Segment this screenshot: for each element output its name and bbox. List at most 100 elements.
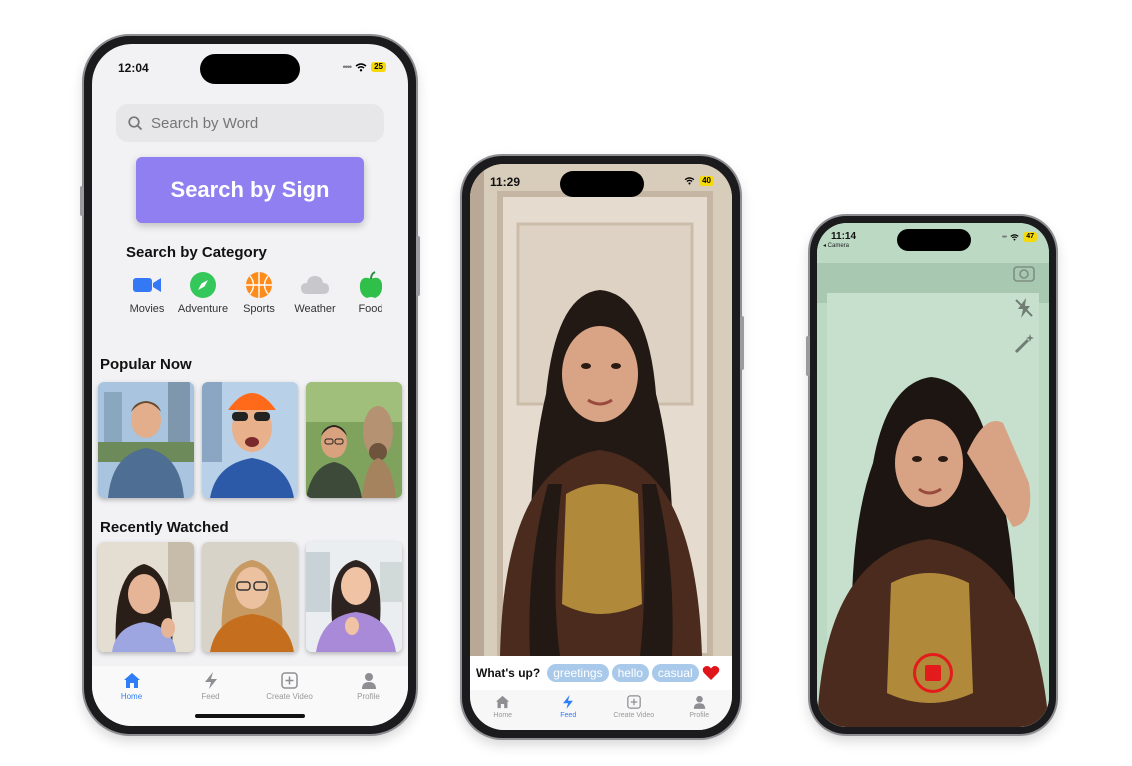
wifi-icon [1010, 233, 1019, 240]
side-button [740, 316, 744, 370]
category-title: Search by Category [126, 244, 267, 261]
tab-bar: Home Feed Create Video Profile [470, 690, 732, 730]
recently-watched-title: Recently Watched [100, 519, 229, 536]
category-label: Adventure [177, 303, 229, 315]
wifi-icon [684, 177, 695, 185]
apple-icon [359, 271, 382, 298]
bolt-icon [563, 695, 574, 709]
category-adventure[interactable]: Adventure [178, 270, 228, 320]
status-icons: •••• 25 [342, 62, 386, 72]
caption-question: What's up? [476, 666, 541, 680]
house-icon [123, 673, 140, 688]
side-button [416, 236, 420, 296]
magic-wand-icon[interactable] [1013, 333, 1035, 355]
tab-label: Home [120, 692, 143, 701]
video-thumbnail[interactable] [98, 542, 194, 652]
caption-row: What's up? greetings hello casual [470, 656, 732, 690]
house-icon [496, 695, 510, 709]
compass-icon [190, 272, 216, 298]
search-input[interactable] [151, 114, 371, 132]
tab-label: Profile [689, 712, 710, 719]
wifi-icon [355, 62, 367, 71]
camera-screen: 11:14 ◂ Camera ••• 47 [817, 223, 1049, 727]
video-thumbnail[interactable] [202, 382, 298, 498]
tab-feed[interactable]: Feed [543, 695, 593, 730]
search-icon [128, 115, 143, 130]
category-label: Sports [243, 303, 275, 315]
battery-icon: 40 [699, 176, 714, 186]
stop-icon [925, 665, 941, 681]
tab-label: Create Video [613, 712, 655, 719]
category-label: Food [358, 303, 382, 315]
dynamic-island [897, 229, 971, 251]
category-movies[interactable]: Movies [126, 270, 168, 320]
video-thumbnail-image [98, 382, 194, 498]
video-thumbnail-image [202, 382, 298, 498]
tab-label: Profile [357, 692, 380, 701]
video-thumbnail[interactable] [98, 382, 194, 498]
phone-camera-screen: 11:14 ◂ Camera ••• 47 [806, 216, 1056, 734]
status-time: 11:14 [831, 231, 857, 242]
video-thumbnail[interactable] [202, 542, 298, 652]
battery-icon: 25 [371, 62, 386, 72]
popular-now-list [98, 382, 402, 498]
tab-label: Feed [560, 712, 577, 719]
tab-profile[interactable]: Profile [674, 695, 724, 730]
camera-tools [1013, 263, 1035, 355]
category-label: Weather [294, 303, 336, 315]
tab-label: Feed [201, 692, 220, 701]
category-food[interactable]: Food [350, 270, 382, 320]
tag-chip[interactable]: hello [611, 664, 649, 682]
video-thumbnail-image [202, 542, 298, 652]
person-icon [693, 695, 705, 709]
flip-camera-icon[interactable] [1013, 263, 1035, 283]
home-screen: 12:04 •••• 25 Search by Sign Search by C… [92, 44, 408, 726]
video-thumbnail-image [306, 542, 402, 652]
feed-video-player[interactable] [470, 164, 732, 656]
video-thumbnail[interactable] [306, 382, 402, 498]
status-time: 11:29 [490, 175, 521, 189]
tab-home[interactable]: Home [102, 672, 162, 726]
category-sports[interactable]: Sports [238, 270, 280, 320]
plus-square-icon [626, 695, 641, 709]
tab-label: Home [493, 712, 513, 719]
tab-home[interactable]: Home [478, 695, 528, 730]
category-list: Movies Adventure Sports Weather Food [126, 270, 382, 320]
phone-feed-screen: 11:29 40 What's up? greetings hello casu… [462, 156, 744, 738]
signal-icon: ••• [1001, 233, 1007, 241]
volume-button [806, 336, 810, 376]
popular-now-title: Popular Now [100, 356, 192, 373]
status-icons: 40 [684, 176, 714, 186]
tab-label: Create Video [266, 692, 313, 701]
category-weather[interactable]: Weather [294, 270, 336, 320]
video-camera-icon [133, 278, 161, 292]
stop-recording-button[interactable] [913, 653, 953, 693]
volume-button [80, 186, 84, 216]
flash-off-icon[interactable] [1013, 297, 1035, 319]
plus-square-icon [281, 672, 298, 689]
feed-screen: 11:29 40 What's up? greetings hello casu… [470, 164, 732, 730]
person-icon [361, 673, 376, 689]
basketball-icon [246, 272, 272, 298]
tab-profile[interactable]: Profile [339, 672, 399, 726]
phone-home-screen: 12:04 •••• 25 Search by Sign Search by C… [80, 36, 420, 734]
video-thumbnail-image [306, 382, 402, 498]
status-icons: ••• 47 [1002, 232, 1037, 242]
tag-chip[interactable]: greetings [547, 664, 609, 682]
heart-icon[interactable] [702, 665, 720, 681]
tab-create-video[interactable]: Create Video [609, 695, 659, 730]
status-time: 12:04 [118, 61, 149, 75]
tag-chip[interactable]: casual [651, 664, 699, 682]
signal-icon: •••• [342, 62, 352, 72]
search-by-word-field[interactable] [116, 104, 384, 142]
cloud-icon [301, 276, 329, 294]
category-label: Movies [129, 303, 165, 315]
back-to-camera-link[interactable]: ◂ Camera [823, 242, 849, 249]
bolt-icon [204, 672, 217, 689]
dynamic-island [200, 54, 300, 84]
battery-icon: 47 [1023, 232, 1037, 242]
video-thumbnail[interactable] [306, 542, 402, 652]
video-thumbnail-image [98, 542, 194, 652]
search-by-sign-button[interactable]: Search by Sign [136, 157, 364, 223]
recently-watched-list [98, 542, 402, 652]
